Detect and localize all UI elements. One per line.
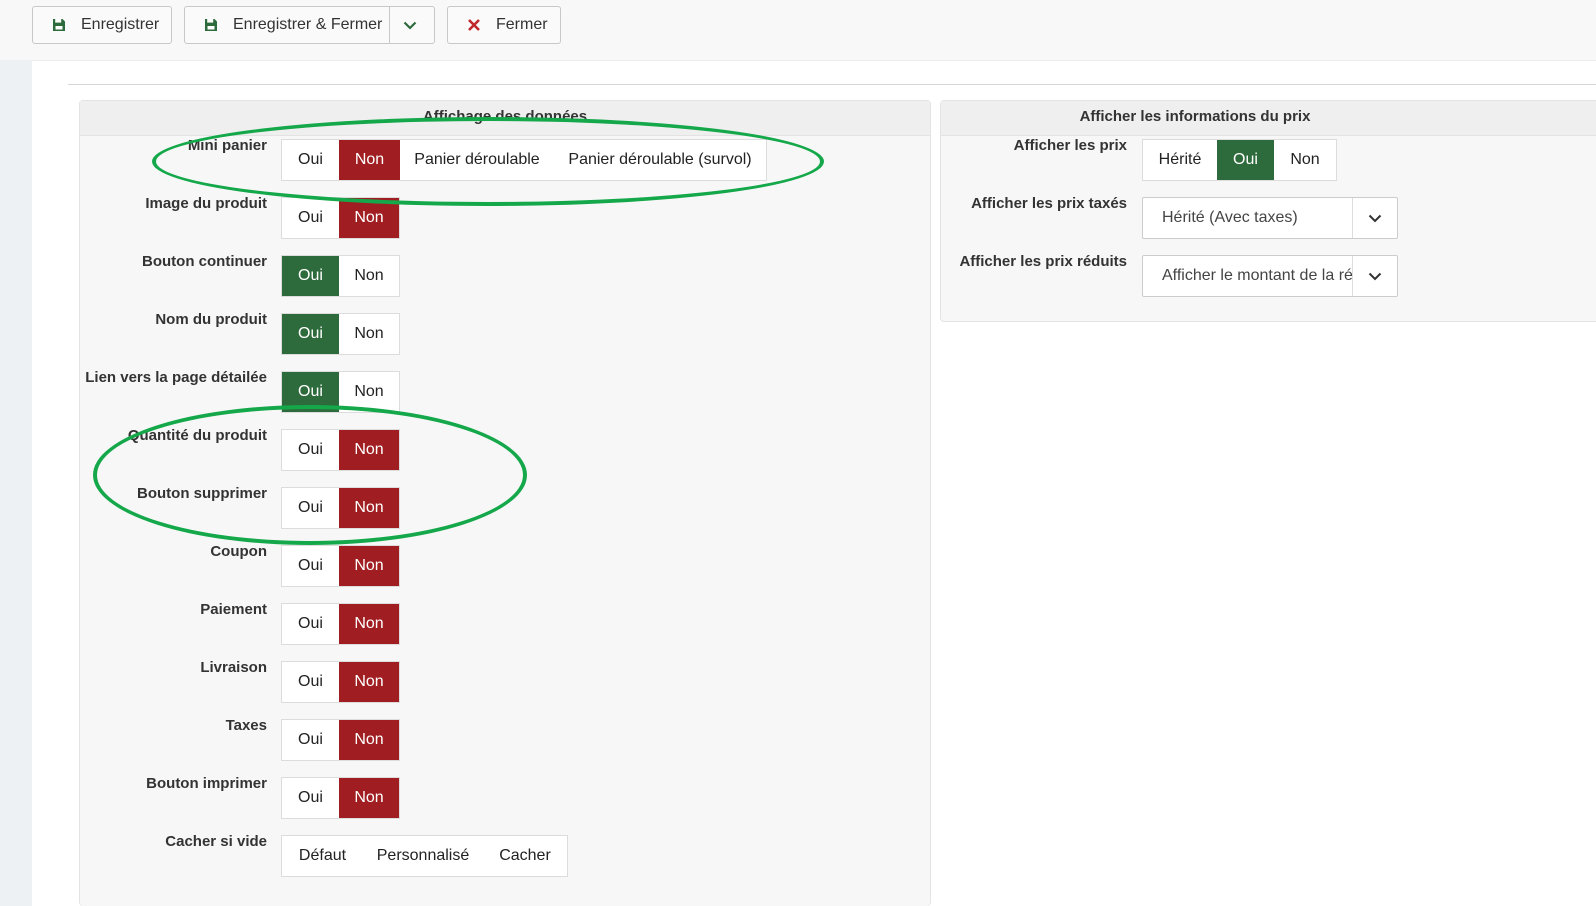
field-label: Coupon	[210, 543, 267, 560]
field-label: Paiement	[200, 601, 267, 618]
continue-button-toggle: Oui Non	[281, 255, 400, 297]
option-oui[interactable]: Oui	[282, 488, 339, 528]
option-non[interactable]: Non	[1274, 140, 1336, 180]
save-close-button[interactable]: Enregistrer & Fermer	[233, 16, 382, 34]
option-dropdown-cart[interactable]: Panier déroulable	[400, 140, 554, 180]
field-label: Livraison	[200, 659, 267, 676]
taxes-toggle: Oui Non	[281, 719, 400, 761]
shipping-toggle: Oui Non	[281, 661, 400, 703]
payment-toggle: Oui Non	[281, 603, 400, 645]
save-button[interactable]: Enregistrer	[32, 6, 172, 44]
option-default[interactable]: Défaut	[282, 836, 363, 876]
option-non[interactable]: Non	[339, 430, 399, 470]
print-button-toggle: Oui Non	[281, 777, 400, 819]
show-price-toggle: Hérité Oui Non	[1142, 139, 1337, 181]
panel-title: Afficher les informations du prix	[941, 101, 1596, 136]
option-oui[interactable]: Oui	[282, 778, 339, 818]
option-oui[interactable]: Oui	[282, 314, 339, 354]
field-label: Image du produit	[145, 195, 267, 212]
left-gutter	[0, 60, 32, 906]
chevron-down-icon[interactable]	[402, 17, 418, 33]
option-oui[interactable]: Oui	[1217, 140, 1274, 180]
panel-title: Affichage des données	[80, 101, 930, 136]
field-label: Taxes	[225, 717, 267, 734]
detail-link-toggle: Oui Non	[281, 371, 400, 413]
floppy-disk-icon	[51, 17, 67, 33]
delete-button-toggle: Oui Non	[281, 487, 400, 529]
coupon-toggle: Oui Non	[281, 545, 400, 587]
reduced-price-select[interactable]: Afficher le montant de la ré	[1142, 255, 1398, 297]
chevron-down-icon	[1352, 198, 1397, 238]
field-label: Quantité du produit	[127, 427, 267, 444]
option-non[interactable]: Non	[339, 256, 399, 296]
split-divider	[389, 7, 390, 43]
option-non[interactable]: Non	[339, 198, 399, 238]
chevron-down-icon	[1352, 256, 1397, 296]
option-oui[interactable]: Oui	[282, 198, 339, 238]
option-non[interactable]: Non	[339, 778, 399, 818]
close-label: Fermer	[496, 16, 548, 33]
option-oui[interactable]: Oui	[282, 140, 339, 180]
field-label: Bouton continuer	[142, 253, 267, 270]
field-label: Afficher les prix taxés	[971, 195, 1127, 212]
hide-if-empty-toggle: Défaut Personnalisé Cacher	[281, 835, 568, 877]
save-close-group: Enregistrer & Fermer	[184, 6, 435, 44]
field-label: Afficher les prix	[1013, 137, 1127, 154]
option-non[interactable]: Non	[339, 314, 399, 354]
save-label: Enregistrer	[81, 16, 160, 33]
divider	[68, 84, 1596, 85]
option-custom[interactable]: Personnalisé	[363, 836, 483, 876]
option-non[interactable]: Non	[339, 372, 399, 412]
option-oui[interactable]: Oui	[282, 430, 339, 470]
product-name-toggle: Oui Non	[281, 313, 400, 355]
option-oui[interactable]: Oui	[282, 546, 339, 586]
field-label: Bouton imprimer	[146, 775, 267, 792]
option-oui[interactable]: Oui	[282, 662, 339, 702]
option-non[interactable]: Non	[339, 546, 399, 586]
option-non[interactable]: Non	[339, 720, 399, 760]
taxed-price-select[interactable]: Hérité (Avec taxes)	[1142, 197, 1398, 239]
product-quantity-toggle: Oui Non	[281, 429, 400, 471]
mini-cart-toggle: Oui Non Panier déroulable Panier déroula…	[281, 139, 767, 181]
field-label: Lien vers la page détailée	[85, 369, 267, 386]
field-label: Afficher les prix réduits	[959, 253, 1127, 270]
option-oui[interactable]: Oui	[282, 256, 339, 296]
option-oui[interactable]: Oui	[282, 372, 339, 412]
close-icon	[466, 17, 482, 33]
floppy-disk-icon	[203, 17, 219, 33]
field-label: Bouton supprimer	[137, 485, 267, 502]
select-value: Afficher le montant de la ré	[1162, 267, 1352, 284]
option-non[interactable]: Non	[339, 662, 399, 702]
product-image-toggle: Oui Non	[281, 197, 400, 239]
field-label: Cacher si vide	[165, 833, 267, 850]
option-inherited[interactable]: Hérité	[1143, 140, 1217, 180]
select-value: Hérité (Avec taxes)	[1162, 209, 1298, 226]
option-hide[interactable]: Cacher	[483, 836, 567, 876]
option-non[interactable]: Non	[339, 604, 399, 644]
toolbar: Enregistrer Enregistrer & Fermer Fermer	[0, 0, 1596, 61]
field-label: Mini panier	[187, 137, 267, 154]
close-button[interactable]: Fermer	[447, 6, 561, 44]
option-oui[interactable]: Oui	[282, 720, 339, 760]
option-non[interactable]: Non	[339, 488, 399, 528]
field-label: Nom du produit	[155, 311, 267, 328]
option-dropdown-cart-hover[interactable]: Panier déroulable (survol)	[554, 140, 766, 180]
option-non[interactable]: Non	[339, 140, 400, 180]
option-oui[interactable]: Oui	[282, 604, 339, 644]
